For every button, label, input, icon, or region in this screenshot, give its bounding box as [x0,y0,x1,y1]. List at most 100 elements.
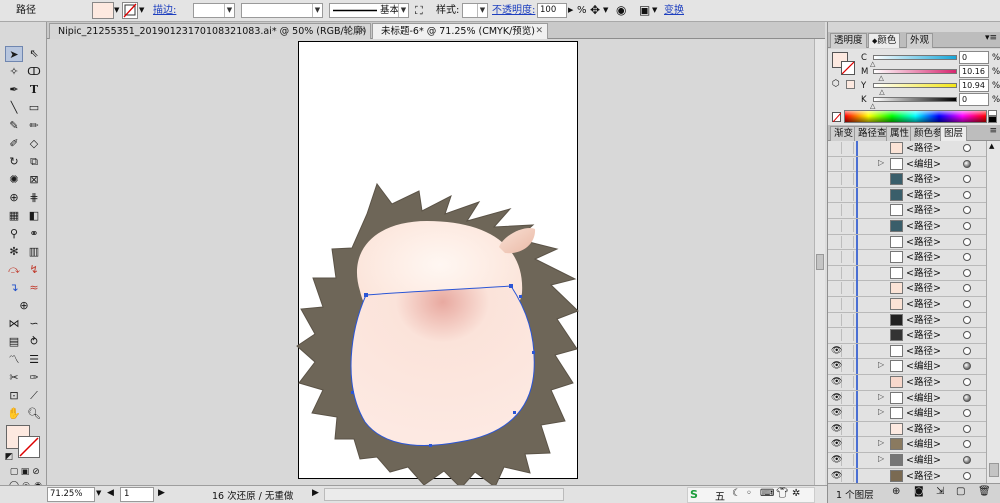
graphic-style-field[interactable]: ▼ [462,3,488,18]
lock-toggle[interactable] [843,235,854,248]
selection-tool-icon[interactable]: ➤ [5,46,23,62]
layer-row[interactable]: 👁︎ <路径> [828,343,986,360]
layer-name[interactable]: <路径> [906,281,941,296]
moon-icon[interactable]: ☾ [732,488,741,499]
lock-toggle[interactable] [843,157,854,170]
variable-width-field[interactable]: ▼ [241,3,323,18]
layer-row[interactable]: ▷ <编组> [828,156,986,173]
lock-toggle[interactable] [843,188,854,201]
tab-transparency[interactable]: 透明度 [830,33,867,48]
expand-triangle-icon[interactable]: ▷ [878,158,884,167]
lock-toggle[interactable] [843,220,854,232]
layer-name[interactable]: <路径> [906,297,941,312]
scrollbar-thumb[interactable] [816,254,824,270]
delete-layer-icon[interactable]: 🗑︎ [978,486,991,497]
layer-row[interactable]: <路径> [828,172,986,188]
layer-row[interactable]: <路径> [828,328,986,344]
slider-thumb-icon[interactable]: △ [870,102,875,110]
visibility-eye-icon[interactable] [831,220,842,232]
tab-attributes[interactable]: 属性 [886,126,914,141]
visibility-eye-icon[interactable] [831,329,842,342]
live-paint-tool-icon[interactable]: ⥁ [25,334,43,350]
tab-appearance[interactable]: 外观 [906,33,934,48]
color-panel-stroke-swatch[interactable] [841,61,855,75]
recolor-artwork-icon[interactable]: ✥ [590,2,600,19]
layer-row[interactable]: 👁︎ ▷ <编组> [828,406,986,422]
horizontal-scrollbar[interactable] [324,488,564,501]
stroke-color-swatch[interactable] [18,436,40,458]
none-color-button[interactable] [832,112,842,123]
layer-name[interactable]: <编组> [906,157,941,172]
clipping-mask-icon[interactable]: ◙ [914,486,924,497]
layer-name[interactable]: <路径> [906,469,941,483]
layer-row[interactable]: 👁︎ ▷ <编组> [828,359,986,375]
chart-tool-icon[interactable]: ▤ [5,334,23,350]
width-tool-icon[interactable]: ⋈ [5,316,23,332]
black-swatch[interactable] [988,116,997,123]
fill-dropdown-arrow-icon[interactable]: ▼ [114,2,119,19]
blob-brush-tool-icon[interactable]: ✐ [5,136,23,152]
layer-name[interactable]: <路径> [906,235,941,250]
layer-name[interactable]: <路径> [906,344,941,359]
visibility-eye-icon[interactable] [831,266,842,279]
out-of-gamut-icon[interactable]: ⬡ [832,79,840,89]
layer-row[interactable]: <路径> [828,187,986,204]
layer-name[interactable]: <编组> [906,406,941,421]
magenta-value[interactable]: 10.16 [959,65,989,78]
visibility-eye-icon[interactable] [831,235,842,248]
perspective-grid-tool-icon[interactable]: ⋕ [25,190,43,206]
black-track[interactable] [873,97,957,102]
lock-toggle[interactable] [843,344,854,357]
prev-artboard-icon[interactable]: ◀ [107,488,114,498]
visibility-eye-icon[interactable] [831,173,842,186]
transform-link[interactable]: 变换 [664,2,684,19]
list-tool-icon[interactable]: ☰ [25,352,43,368]
yellow-slider[interactable]: Y △ 10.94 % [857,79,1000,96]
yellow-track[interactable] [873,83,957,88]
column-graph-tool-icon[interactable]: ▥ [25,244,43,260]
layer-row[interactable]: <路径> [828,219,986,235]
lock-toggle[interactable] [843,204,854,217]
lock-toggle[interactable] [843,391,854,404]
stroke-swatch[interactable] [122,2,138,19]
target-circle-icon[interactable] [963,440,971,449]
align-dropdown-icon[interactable]: ▼ [652,2,657,19]
panel-menu-icon[interactable]: ▾≡ [985,33,997,43]
layer-row[interactable]: <路径> [828,203,986,219]
visibility-eye-icon[interactable]: 👁︎ [831,391,842,404]
visibility-eye-icon[interactable]: 👁︎ [831,469,842,482]
new-layer-icon[interactable]: ▢ [956,486,965,497]
lock-toggle[interactable] [843,329,854,342]
target-circle-icon[interactable] [963,253,971,262]
next-artboard-icon[interactable]: ▶ [158,488,165,498]
magenta-track[interactable] [873,69,957,74]
gradient-tool-icon[interactable]: ◧ [25,208,43,224]
visibility-eye-icon[interactable]: 👁︎ [831,344,842,357]
pen-tool-icon[interactable]: ✒ [5,82,23,98]
settings-icon[interactable]: ✲ [792,488,800,499]
anchor-convert-tool-icon[interactable]: ⤼ [5,262,23,278]
canvas-vertical-scrollbar[interactable] [814,39,825,485]
target-circle-icon[interactable] [963,144,971,152]
paintbrush-tool-icon[interactable]: ✎ [5,118,23,134]
hedgehog-artwork[interactable] [47,39,814,485]
target-circle-icon[interactable] [963,206,971,215]
opacity-link[interactable]: 不透明度: [492,2,535,19]
target-circle-icon[interactable] [963,315,971,324]
target-circle-icon[interactable] [963,159,971,168]
lock-toggle[interactable] [843,376,854,388]
layer-name[interactable]: <路径> [906,375,941,390]
scale-tool-icon[interactable]: ⧉ [25,154,43,170]
expand-triangle-icon[interactable]: ▷ [878,454,884,463]
direct-selection-tool-icon[interactable]: ⇖ [25,46,43,62]
anchor-curve-tool-icon[interactable]: ↯ [25,262,43,278]
visibility-eye-icon[interactable]: 👁︎ [831,438,842,451]
envelope-tool-icon[interactable]: ∽ [25,316,43,332]
shape-builder-tool-icon[interactable]: ⊕ [5,190,23,206]
scrollbar-thumb[interactable] [989,463,999,477]
brush-style-field[interactable]: 基本 ▼ [329,3,409,18]
lock-toggle[interactable] [843,360,854,373]
mesh-tool-icon[interactable]: ▦ [5,208,23,224]
slice-tool-icon[interactable]: ⟋ [25,388,43,404]
blend-tool-icon[interactable]: ⚭ [25,226,43,242]
